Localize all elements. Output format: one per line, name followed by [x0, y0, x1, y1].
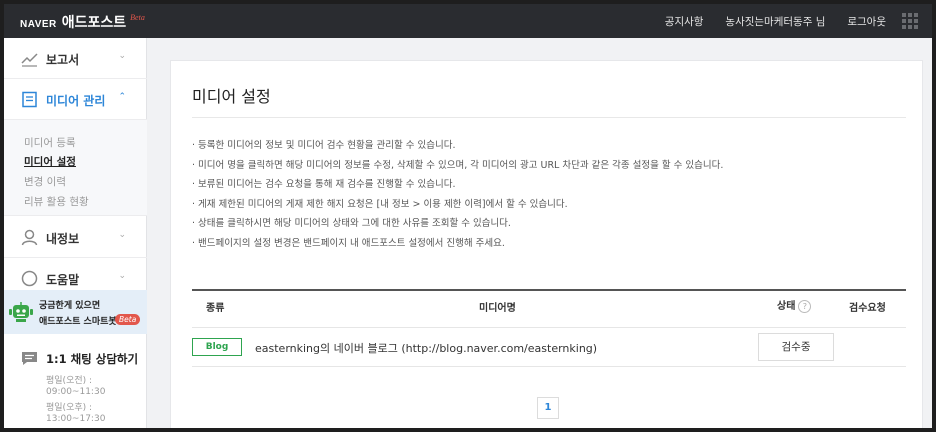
note-item: · 보류된 미디어는 검수 요청을 통해 재 검수를 진행할 수 있습니다.: [192, 179, 456, 190]
smartbot-text-1: 궁금한게 있으면: [39, 301, 101, 311]
app-grid-icon[interactable]: [902, 13, 918, 29]
table-header-divider: [192, 327, 906, 328]
sidebar: 보고서 ⌄ 미디어 관리 ⌃ 미디어 등록 미디어 설정 변경 이력 리뷰 활용…: [4, 38, 147, 428]
smartbot-banner[interactable]: 궁금한게 있으면 애드포스트 스마트봇 Beta: [4, 290, 147, 334]
chevron-down-icon: ⌄: [118, 51, 126, 61]
sidebar-label-report: 보고서: [46, 53, 80, 67]
divider: [192, 117, 906, 118]
robot-icon: [9, 302, 33, 322]
help-circle-icon: [21, 270, 38, 287]
beta-mark: Beta: [130, 13, 145, 22]
media-name-link[interactable]: easternking의 네이버 블로그 (http://blog.naver.…: [255, 340, 597, 356]
chat-hours-am: 09:00~11:30: [46, 387, 106, 397]
submenu-review-usage[interactable]: 리뷰 활용 현황: [24, 194, 89, 209]
beta-badge: Beta: [115, 314, 141, 325]
table-bottom-border: [192, 366, 906, 367]
chart-icon: [21, 53, 38, 67]
submenu-media-settings[interactable]: 미디어 설정: [24, 154, 76, 169]
note-item: · 밴드페이지의 설정 변경은 밴드페이지 내 애드포스트 설정에서 진행해 주…: [192, 237, 505, 249]
app-window: NAVER 애드포스트 Beta 공지사항 농사짓는마케터동주 님 로그아웃 보…: [4, 4, 932, 428]
chat-hours-label-am: 평일(오전) :: [46, 376, 93, 386]
sidebar-item-report[interactable]: 보고서 ⌄: [4, 38, 147, 79]
chevron-down-icon: ⌄: [118, 271, 126, 281]
sidebar-item-media[interactable]: 미디어 관리 ⌃: [4, 79, 147, 120]
sidebar-label-myinfo: 내정보: [46, 232, 80, 246]
notice-link[interactable]: 공지사항: [665, 14, 704, 29]
main-content: 미디어 설정 · 등록한 미디어의 정보 및 미디어 검수 현황을 관리할 수 …: [170, 60, 923, 428]
sidebar-label-help: 도움말: [46, 273, 80, 287]
page-title: 미디어 설정: [192, 87, 271, 106]
pagination-page-1[interactable]: 1: [537, 397, 559, 419]
submenu-change-history[interactable]: 변경 이력: [24, 174, 66, 189]
submenu-media-register[interactable]: 미디어 등록: [24, 135, 76, 150]
note-item: · 등록한 미디어의 정보 및 미디어 검수 현황을 관리할 수 있습니다.: [192, 140, 456, 151]
chat-hours-label-pm: 평일(오후) :: [46, 403, 93, 413]
chat-title: 1:1 채팅 상담하기: [46, 352, 139, 366]
sidebar-label-media: 미디어 관리: [46, 94, 106, 108]
status-button[interactable]: 검수중: [758, 333, 834, 361]
guide-notes: · 등록한 미디어의 정보 및 미디어 검수 현황을 관리할 수 있습니다. ·…: [192, 136, 723, 253]
media-submenu: 미디어 등록 미디어 설정 변경 이력 리뷰 활용 현황: [4, 120, 147, 216]
top-nav: 공지사항 농사짓는마케터동주 님 로그아웃: [643, 4, 886, 38]
note-item: · 게재 제한된 미디어의 게재 제한 해지 요청은 [내 정보 > 이용 제한…: [192, 198, 568, 210]
user-icon: [21, 229, 38, 246]
col-header-status: 상태?: [777, 297, 812, 313]
col-header-status-label: 상태: [777, 301, 796, 312]
naver-logo: NAVER: [20, 19, 57, 30]
smartbot-text-2: 애드포스트 스마트봇: [39, 317, 117, 327]
top-bar: NAVER 애드포스트 Beta 공지사항 농사짓는마케터동주 님 로그아웃: [4, 4, 932, 38]
logout-link[interactable]: 로그아웃: [847, 14, 886, 29]
col-header-type: 종류: [206, 303, 225, 314]
chevron-up-icon: ⌃: [118, 92, 126, 102]
note-item: · 상태를 클릭하시면 해당 미디어의 상태와 그에 대한 사유를 조회할 수 …: [192, 218, 511, 229]
brand-name: 애드포스트: [61, 15, 127, 31]
sidebar-item-myinfo[interactable]: 내정보 ⌄: [4, 217, 147, 258]
chat-bubble-icon: [22, 352, 37, 365]
note-item: · 미디어 명을 클릭하면 해당 미디어의 정보를 수정, 삭제할 수 있으며,…: [192, 159, 724, 171]
chat-consult[interactable]: 1:1 채팅 상담하기 평일(오전) : 09:00~11:30 평일(오후) …: [4, 338, 147, 428]
document-icon: [22, 91, 37, 108]
col-header-media-name: 미디어명: [479, 303, 516, 314]
help-icon[interactable]: ?: [798, 300, 812, 313]
chat-hours-pm: 13:00~17:30: [46, 414, 106, 424]
logo[interactable]: NAVER 애드포스트 Beta: [20, 12, 145, 32]
user-name-link[interactable]: 농사짓는마케터동주 님: [725, 14, 825, 29]
table-top-border: [192, 289, 906, 291]
chevron-down-icon: ⌄: [118, 230, 126, 240]
media-type-tag: Blog: [192, 338, 242, 356]
col-header-review-request: 검수요청: [849, 303, 886, 314]
